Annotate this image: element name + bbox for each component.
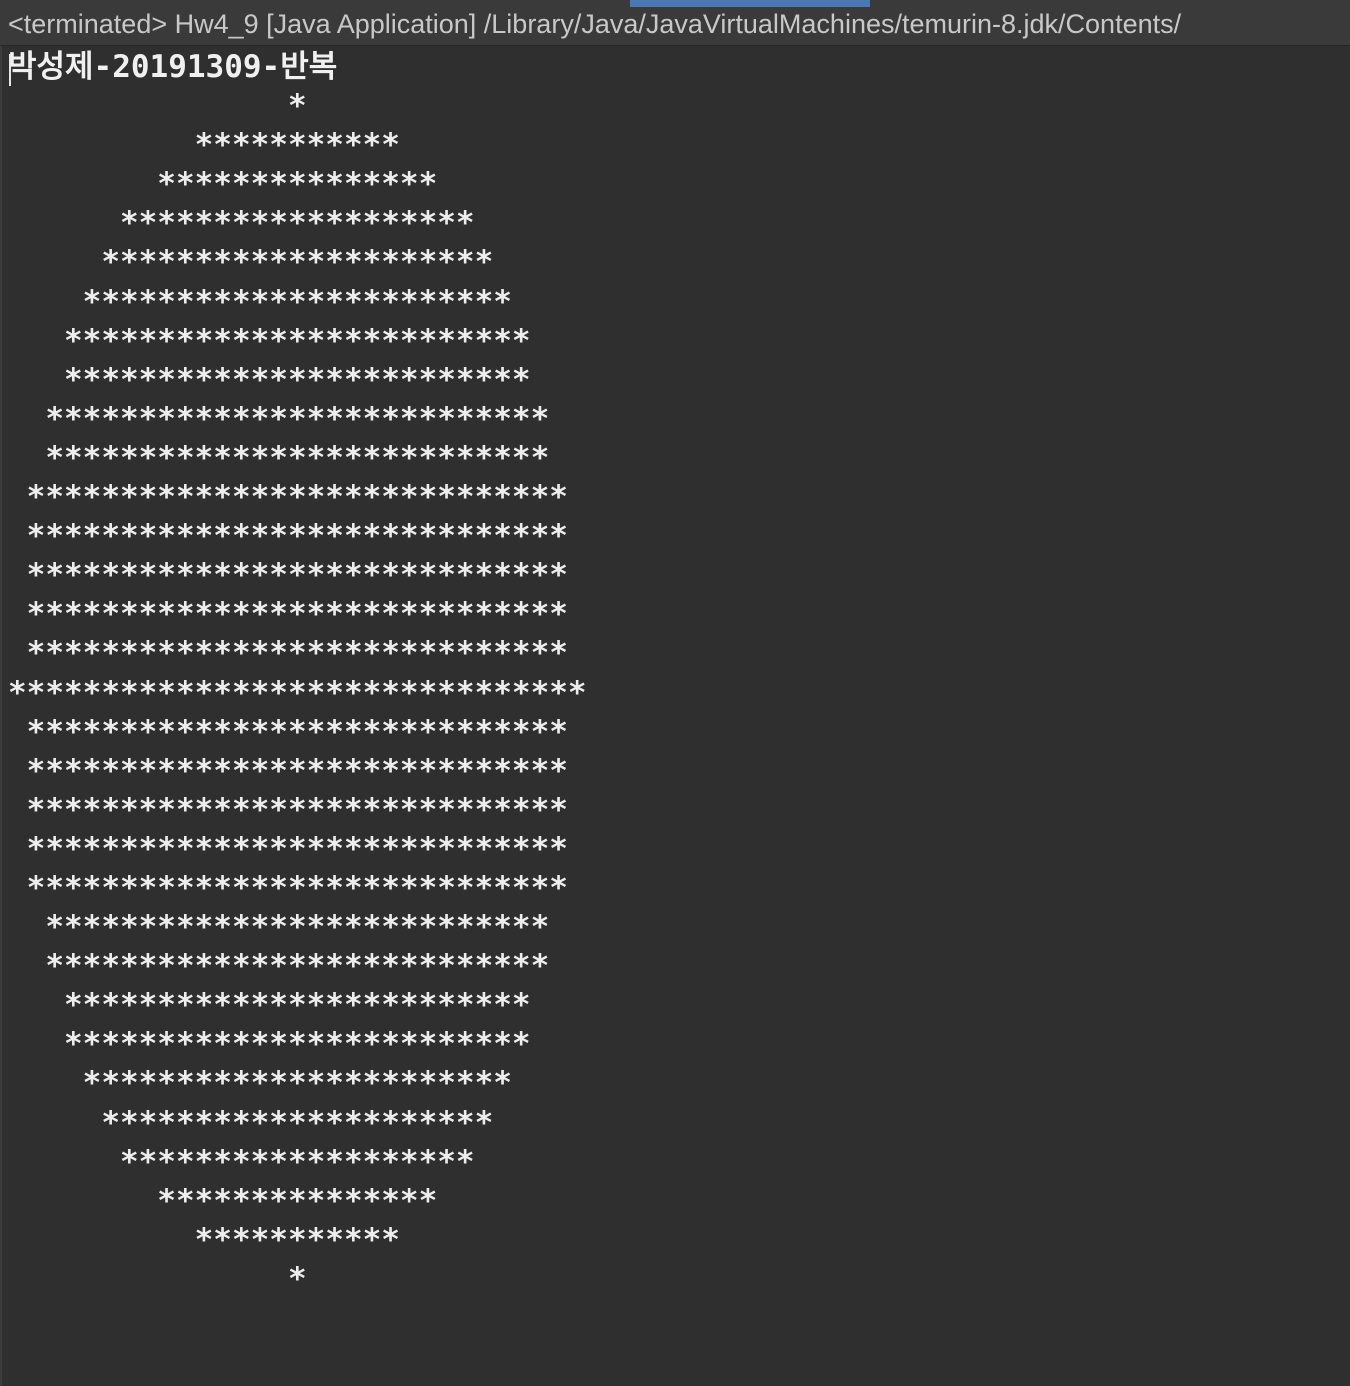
output-line: ***************************** [8, 518, 568, 555]
output-line: ***************************** [8, 752, 568, 789]
output-line: ***************************** [8, 479, 568, 516]
output-line: ***************************** [8, 557, 568, 594]
output-line: ***************************** [8, 635, 568, 672]
output-line: ************************* [8, 1026, 531, 1063]
output-line: ***************************** [8, 791, 568, 828]
output-line: *********** [8, 1221, 400, 1258]
output-line: ***************************** [8, 596, 568, 633]
output-line: ******************************* [8, 674, 587, 711]
output-line: *************************** [8, 439, 550, 476]
output-line: *************** [8, 1182, 438, 1219]
output-line: ************************* [8, 987, 531, 1024]
text-caret [9, 54, 11, 86]
output-line: ***************************** [8, 830, 568, 867]
output-line: *************************** [8, 909, 550, 946]
output-line: ******************* [8, 1143, 475, 1180]
console-left-border [0, 46, 2, 1386]
output-line: *************** [8, 166, 438, 203]
output-line: ***************************** [8, 713, 568, 750]
console-view: <terminated> Hw4_9 [Java Application] /L… [0, 0, 1350, 1386]
output-line: *************************** [8, 948, 550, 985]
output-line: ******************* [8, 205, 475, 242]
output-line: *********** [8, 127, 400, 164]
output-line: ********************* [8, 244, 494, 281]
output-line: *************************** [8, 400, 550, 437]
output-line: * [8, 1260, 307, 1297]
output-line: * [8, 88, 307, 125]
output-line: ***************************** [8, 869, 568, 906]
console-status-label: <terminated> Hw4_9 [Java Application] /L… [8, 9, 1182, 39]
output-line: *********************** [8, 1065, 512, 1102]
output-line: *********************** [8, 283, 512, 320]
output-line: ************************* [8, 361, 531, 398]
active-tab-indicator [630, 0, 870, 7]
console-output[interactable]: 박성제-20191309-반복 * *********** **********… [8, 48, 1338, 1368]
output-line-title: 박성제-20191309-반복 [8, 49, 338, 85]
output-line: ********************* [8, 1104, 494, 1141]
output-line: ************************* [8, 322, 531, 359]
